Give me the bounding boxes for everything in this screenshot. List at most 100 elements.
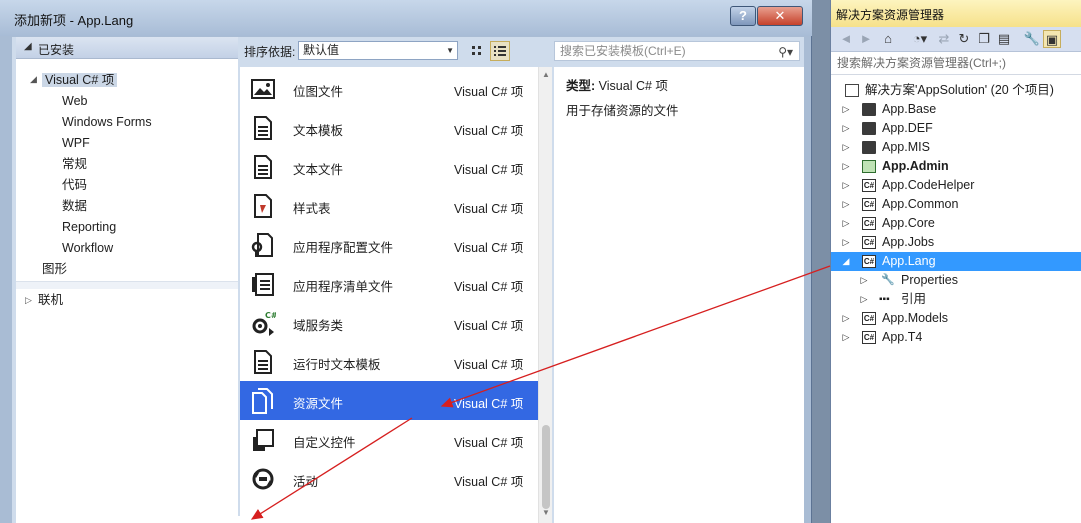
home-icon[interactable]: ⌂ [879, 30, 897, 48]
sort-by-dropdown[interactable]: 默认值 ▼ [298, 41, 458, 60]
template-name: 自定义控件 [293, 436, 356, 450]
resource-icon [252, 388, 273, 414]
document-icon [254, 350, 272, 374]
template-row-stylesheet[interactable]: 样式表 Visual C# 项 [240, 186, 538, 225]
template-lang: Visual C# 项 [454, 319, 524, 333]
template-row-app-config[interactable]: 应用程序配置文件 Visual C# 项 [240, 225, 538, 264]
tree-node-properties[interactable]: Properties [901, 271, 958, 290]
manifest-icon [252, 273, 274, 296]
preview-icon[interactable]: ▣ [1043, 30, 1061, 48]
dialog-title: 添加新项 - App.Lang [14, 13, 134, 28]
solution-search-input[interactable]: 搜索解决方案资源管理器(Ctrl+;) [831, 53, 1081, 75]
expand-triangle-icon[interactable]: ▷ [841, 328, 851, 347]
properties-icon[interactable]: 🔧 [1023, 30, 1041, 48]
add-new-item-dialog: 添加新项 - App.Lang ? ✕ ◢ 已安装 ◢ Visual C# 项 … [0, 0, 812, 523]
expand-triangle-icon[interactable]: ▷ [841, 119, 851, 138]
tree-item-web[interactable]: Web [62, 91, 87, 111]
installed-section-header[interactable]: ◢ 已安装 [16, 37, 238, 59]
scrollbar-thumb[interactable] [542, 425, 550, 509]
tree-item-graphics[interactable]: 图形 [42, 259, 67, 279]
tree-node-app-common[interactable]: App.Common [882, 195, 958, 214]
sync-icon[interactable]: ⇄ [935, 30, 953, 48]
scroll-down-icon[interactable]: ▼ [542, 508, 550, 517]
expand-triangle-icon[interactable]: ▷ [841, 233, 851, 252]
tree-node-app-def[interactable]: App.DEF [882, 119, 933, 138]
expand-triangle-icon[interactable]: ▷ [841, 138, 851, 157]
csharp-project-icon: C# [862, 255, 876, 268]
tree-item-wpf[interactable]: WPF [62, 133, 90, 153]
template-row-bitmap[interactable]: 位图文件 Visual C# 项 [240, 69, 538, 108]
tree-item-windows-forms[interactable]: Windows Forms [62, 112, 152, 132]
template-details-panel: 类型: Visual C# 项 用于存储资源的文件 [554, 67, 804, 523]
collapsed-triangle-icon[interactable]: ▷ [25, 295, 32, 306]
template-lang: Visual C# 项 [454, 475, 524, 489]
tree-node-app-base[interactable]: App.Base [882, 100, 936, 119]
expand-triangle-icon[interactable]: ▷ [841, 157, 851, 176]
template-row-activity[interactable]: 活动 Visual C# 项 [240, 459, 538, 498]
template-lang: Visual C# 项 [454, 397, 524, 411]
expand-triangle-icon[interactable]: ▷ [841, 195, 851, 214]
tree-node-app-jobs[interactable]: App.Jobs [882, 233, 934, 252]
template-row-text-file[interactable]: 文本文件 Visual C# 项 [240, 147, 538, 186]
scroll-up-icon[interactable]: ▲ [542, 70, 550, 79]
tree-node-app-mis[interactable]: App.MIS [882, 138, 930, 157]
bitmap-icon [251, 79, 275, 99]
help-button[interactable]: ? [730, 6, 756, 26]
show-all-files-icon[interactable]: ▤ [995, 30, 1013, 48]
template-row-resource-file[interactable]: 资源文件 Visual C# 项 [240, 381, 538, 420]
expand-triangle-icon[interactable]: ▷ [859, 271, 869, 290]
collapse-triangle-icon[interactable]: ◢ [841, 252, 851, 271]
tree-node-app-models[interactable]: App.Models [882, 309, 948, 328]
expand-triangle-icon[interactable]: ▷ [859, 290, 869, 309]
template-lang: Visual C# 项 [454, 436, 524, 450]
activity-icon [252, 468, 274, 490]
template-name: 文本文件 [293, 163, 344, 177]
grid-view-button[interactable] [467, 41, 487, 61]
tree-item-general[interactable]: 常规 [62, 154, 87, 174]
tree-item-data[interactable]: 数据 [62, 196, 87, 216]
tree-node-app-codehelper[interactable]: App.CodeHelper [882, 176, 974, 195]
expand-triangle-icon[interactable]: ▷ [841, 309, 851, 328]
dialog-titlebar[interactable]: 添加新项 - App.Lang ? ✕ [0, 0, 812, 36]
template-name: 域服务类 [293, 319, 344, 333]
expand-triangle-icon[interactable]: ▷ [841, 100, 851, 119]
tree-item-workflow[interactable]: Workflow [62, 238, 113, 258]
folder-icon [862, 141, 876, 154]
template-row-runtime-text-template[interactable]: 运行时文本模板 Visual C# 项 [240, 342, 538, 381]
tree-node-references[interactable]: 引用 [901, 290, 926, 309]
template-list-scrollbar[interactable]: ▲ ▼ [538, 67, 552, 523]
template-name: 活动 [293, 475, 319, 489]
sort-by-label: 排序依据: [244, 45, 296, 59]
template-search-input[interactable]: 搜索已安装模板(Ctrl+E) ⚲▾ [554, 41, 800, 61]
template-name: 运行时文本模板 [293, 358, 381, 372]
control-icon [253, 429, 274, 451]
expanded-triangle-icon[interactable]: ◢ [30, 74, 37, 85]
expand-triangle-icon[interactable]: ▷ [841, 176, 851, 195]
expand-triangle-icon[interactable]: ▷ [841, 214, 851, 233]
tree-item-online[interactable]: 联机 [38, 290, 63, 310]
back-icon[interactable]: ◄ [837, 30, 855, 48]
list-view-button[interactable] [490, 41, 510, 61]
solution-root[interactable]: 解决方案'AppSolution' (20 个项目) [865, 81, 1054, 100]
template-row-text-template[interactable]: 文本模板 Visual C# 项 [240, 108, 538, 147]
tree-node-app-t4[interactable]: App.T4 [882, 328, 922, 347]
refresh-icon[interactable]: ↻ [955, 30, 973, 48]
document-icon [254, 116, 272, 140]
tree-node-app-lang[interactable]: App.Lang [882, 252, 936, 271]
template-row-custom-control[interactable]: 自定义控件 Visual C# 项 [240, 420, 538, 459]
template-row-app-manifest[interactable]: 应用程序清单文件 Visual C# 项 [240, 264, 538, 303]
solution-explorer-titlebar[interactable]: 解决方案资源管理器 [831, 0, 1081, 27]
item-name-input[interactable] [148, 516, 530, 523]
history-icon[interactable]: ◔▾ [907, 30, 933, 48]
tree-item-visual-csharp[interactable]: Visual C# 项 [42, 70, 118, 90]
collapse-all-icon[interactable]: ❐ [975, 30, 993, 48]
forward-icon[interactable]: ► [857, 30, 875, 48]
tree-node-app-admin[interactable]: App.Admin [882, 157, 949, 176]
search-icon[interactable]: ⚲▾ [778, 43, 793, 61]
tree-node-app-core[interactable]: App.Core [882, 214, 935, 233]
tree-item-code[interactable]: 代码 [62, 175, 87, 195]
folder-icon [862, 122, 876, 135]
template-row-domain-service[interactable]: C# 域服务类 Visual C# 项 [240, 303, 538, 342]
close-button[interactable]: ✕ [757, 6, 803, 26]
tree-item-reporting[interactable]: Reporting [62, 217, 116, 237]
